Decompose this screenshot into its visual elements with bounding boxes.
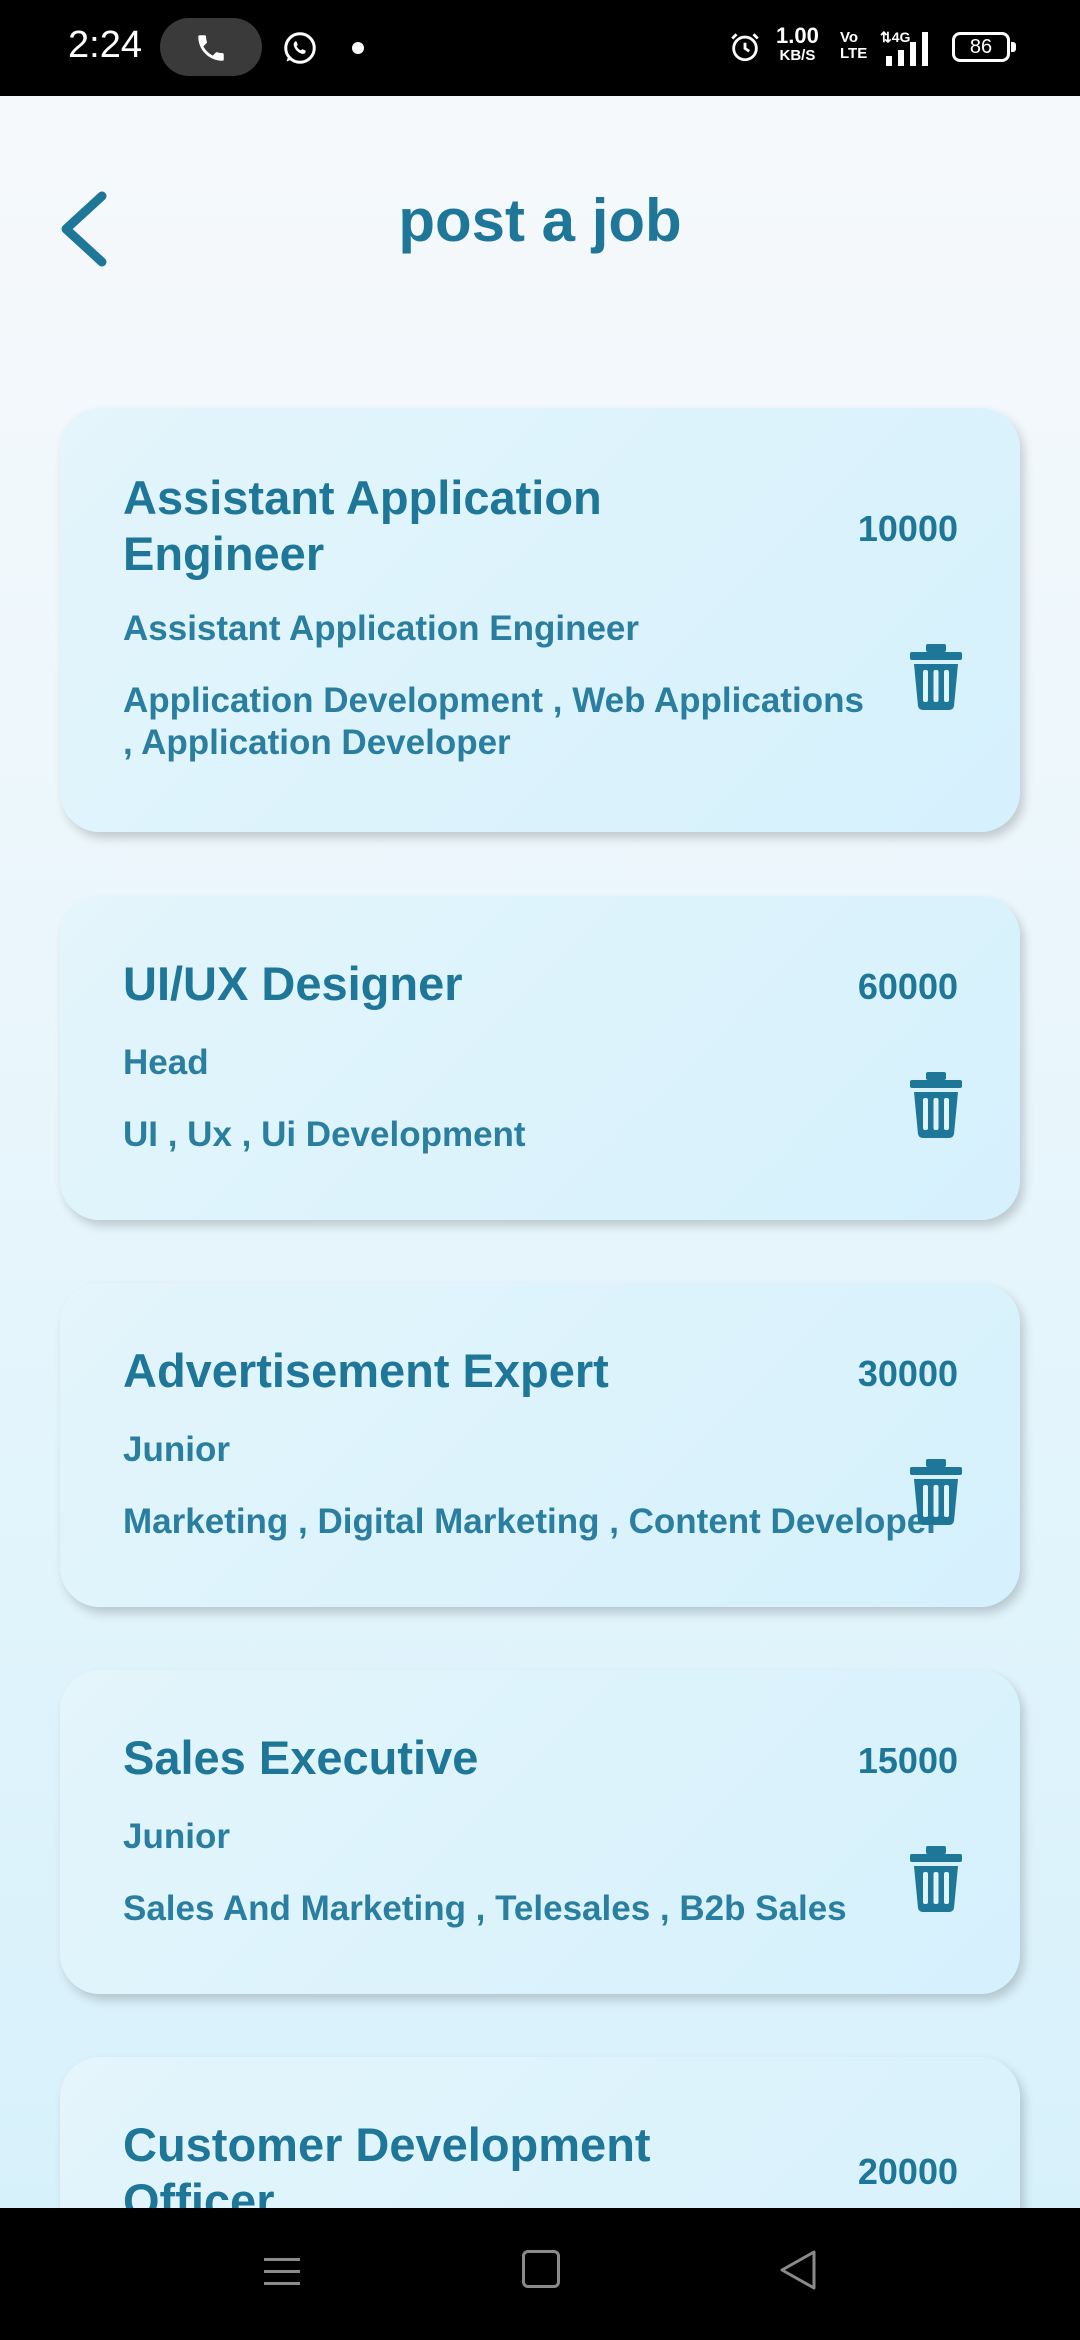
- svg-text:⇅4G: ⇅4G: [880, 29, 911, 45]
- volte-top: Vo: [840, 29, 859, 46]
- volte-indicator: Vo LTE: [840, 30, 867, 62]
- notification-dot-icon: [352, 42, 364, 54]
- job-salary: 20000: [857, 2151, 958, 2192]
- job-title: UI/UX Designer: [123, 957, 463, 1010]
- back-triangle-icon[interactable]: [778, 2248, 818, 2292]
- job-card[interactable]: Sales Executive 15000 Junior Sales And M…: [60, 1670, 1020, 1994]
- app-screen: post a job Assistant Application Enginee…: [0, 96, 1080, 2208]
- job-level: Junior: [123, 1430, 230, 1469]
- volte-bottom: LTE: [840, 45, 868, 62]
- job-card[interactable]: Advertisement Expert 30000 Junior Market…: [60, 1283, 1020, 1607]
- job-card[interactable]: UI/UX Designer 60000 Head UI , Ux , Ui D…: [60, 896, 1020, 1220]
- whatsapp-icon: [284, 32, 316, 64]
- job-salary: 60000: [857, 966, 958, 1007]
- battery-icon: 86: [952, 32, 1016, 62]
- job-title: Advertisement Expert: [123, 1344, 609, 1397]
- home-icon[interactable]: [522, 2250, 560, 2288]
- phone-icon: [198, 35, 224, 61]
- trash-icon[interactable]: [908, 1846, 964, 1912]
- system-navigation-bar: [0, 2208, 1080, 2340]
- job-skills: Marketing , Digital Marketing , Content …: [123, 1502, 940, 1541]
- job-title: Customer Development Officer: [123, 2118, 651, 2208]
- job-title: Sales Executive: [123, 1731, 479, 1784]
- job-skills: Sales And Marketing , Telesales , B2b Sa…: [123, 1889, 847, 1928]
- recent-apps-icon[interactable]: [262, 2252, 302, 2292]
- signal-4g-icon: ⇅4G: [880, 29, 928, 66]
- job-skills: Application Development , Web Applicatio…: [123, 681, 864, 762]
- job-salary: 15000: [857, 1740, 958, 1781]
- network-speed: 1.00 KB/S: [776, 23, 819, 66]
- job-title: Assistant Application Engineer: [123, 471, 602, 580]
- job-salary: 10000: [857, 508, 958, 549]
- job-level: Assistant Application Engineer: [123, 609, 640, 648]
- trash-icon[interactable]: [908, 1459, 964, 1525]
- job-level: Head: [123, 1043, 209, 1082]
- trash-icon[interactable]: [908, 644, 964, 710]
- job-level: Junior: [123, 1817, 230, 1856]
- status-time: 2:24: [68, 24, 142, 66]
- job-card[interactable]: Assistant Application Engineer 10000 Ass…: [60, 408, 1020, 832]
- alarm-icon: [731, 33, 759, 62]
- page-title: post a job: [398, 187, 682, 254]
- job-salary: 30000: [857, 1353, 958, 1394]
- network-speed-unit: KB/S: [779, 47, 816, 64]
- battery-level: 86: [969, 36, 993, 58]
- status-bar: 2:24 1.00 KB/S Vo LTE ⇅4G 86: [0, 0, 1080, 96]
- network-speed-value: 1.00: [776, 23, 819, 48]
- job-skills: UI , Ux , Ui Development: [123, 1115, 526, 1154]
- ongoing-call-pill[interactable]: [160, 18, 262, 76]
- trash-icon[interactable]: [908, 1072, 964, 1138]
- job-card[interactable]: Customer Development Officer 20000: [60, 2057, 1020, 2208]
